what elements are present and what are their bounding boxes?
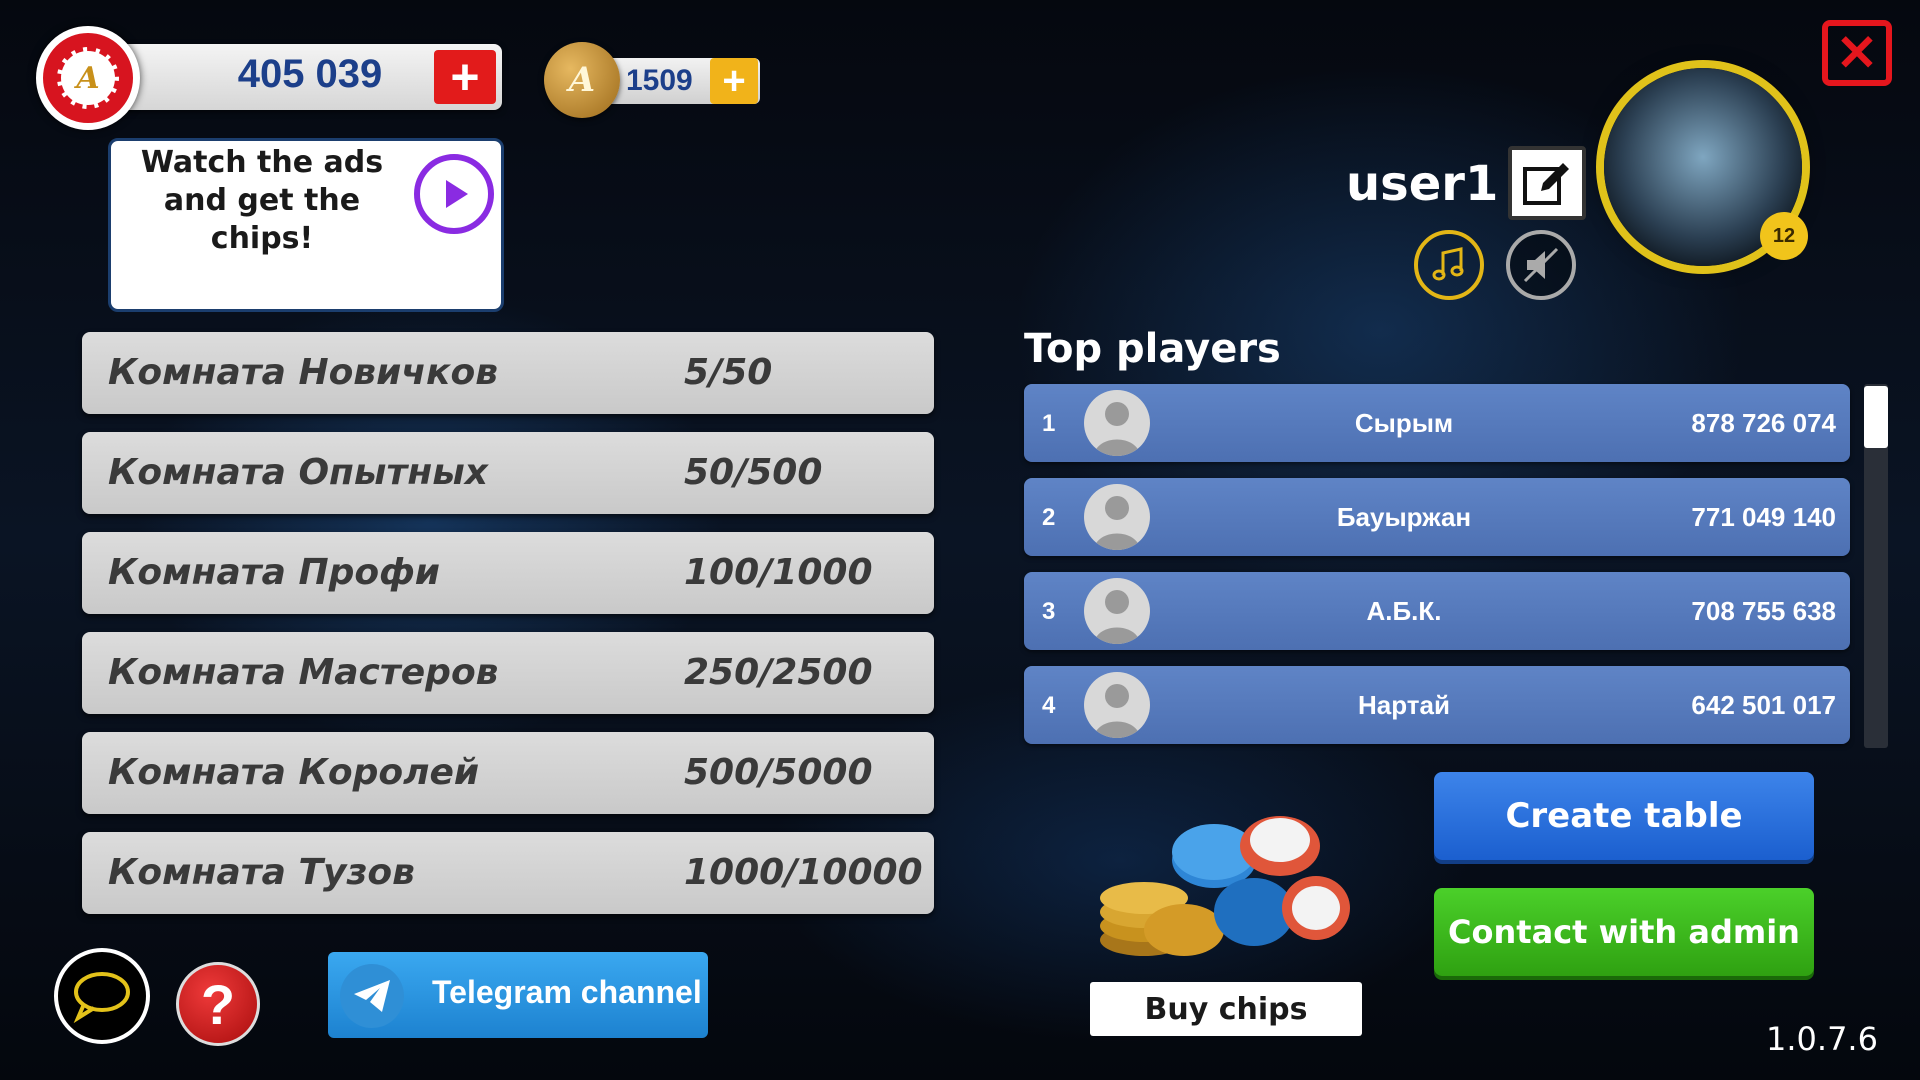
telegram-channel-label: Telegram channel	[432, 974, 702, 1010]
pencil-icon	[1523, 163, 1569, 205]
room-button-aces[interactable]: Комната Тузов 1000/10000	[82, 832, 934, 914]
app-version: 1.0.7.6	[1766, 1020, 1878, 1058]
poker-chip-icon: A	[36, 26, 140, 130]
room-stake: 100/1000	[684, 552, 873, 593]
watch-ads-text: Watch the ads and get the chips!	[140, 145, 384, 256]
player-score: 771 049 140	[1691, 502, 1836, 532]
room-name: Комната Профи	[108, 552, 441, 593]
room-button-experienced[interactable]: Комната Опытных 50/500	[82, 432, 934, 514]
player-name: А.Б.К.	[1366, 596, 1442, 626]
room-stake: 5/50	[684, 352, 773, 393]
player-rank: 3	[1042, 598, 1056, 625]
room-stake: 50/500	[684, 452, 823, 493]
username: user1	[1346, 156, 1499, 212]
room-name: Комната Тузов	[108, 852, 415, 893]
chat-bubble-icon	[73, 972, 130, 1024]
room-button-masters[interactable]: Комната Мастеров 250/2500	[82, 632, 934, 714]
player-score: 878 726 074	[1691, 408, 1836, 438]
gold-coin-icon: A	[544, 42, 620, 118]
chip-logo: A	[57, 47, 119, 109]
scrollbar-thumb[interactable]	[1864, 386, 1888, 448]
contact-admin-button[interactable]: Contact with admin	[1434, 888, 1814, 976]
create-table-button[interactable]: Create table	[1434, 772, 1814, 860]
top-players-title: Top players	[1024, 326, 1281, 372]
top-player-row[interactable]: 3 А.Б.К. 708 755 638	[1024, 572, 1850, 650]
help-button[interactable]: ?	[176, 962, 260, 1046]
top-player-row[interactable]: 4 Нартай 642 501 017	[1024, 666, 1850, 744]
top-player-row[interactable]: 1 Сырым 878 726 074	[1024, 384, 1850, 462]
player-name: Бауыржан	[1336, 502, 1472, 532]
sound-toggle-button[interactable]	[1506, 230, 1576, 300]
player-avatar-placeholder-icon	[1084, 390, 1150, 456]
top-player-row[interactable]: 2 Бауыржан 771 049 140	[1024, 478, 1850, 556]
room-stake: 1000/10000	[684, 852, 923, 893]
music-toggle-button[interactable]	[1414, 230, 1484, 300]
chat-button[interactable]	[54, 948, 150, 1044]
room-button-kings[interactable]: Комната Королей 500/5000	[82, 732, 934, 814]
player-avatar-placeholder-icon	[1084, 672, 1150, 738]
room-name: Комната Мастеров	[108, 652, 499, 693]
level-badge: 12	[1760, 212, 1808, 260]
room-stake: 250/2500	[684, 652, 873, 693]
player-avatar-placeholder-icon	[1084, 578, 1150, 644]
player-rank: 2	[1042, 504, 1056, 531]
room-name: Комната Опытных	[108, 452, 488, 493]
close-button[interactable]: ✕	[1822, 20, 1892, 86]
telegram-icon	[340, 964, 404, 1028]
player-name: Нартай	[1358, 690, 1450, 720]
room-button-beginners[interactable]: Комната Новичков 5/50	[82, 332, 934, 414]
chips-balance: 405 039	[237, 52, 383, 96]
room-name: Комната Королей	[108, 752, 480, 793]
player-rank: 4	[1042, 692, 1056, 719]
chips-pile-icon[interactable]	[1094, 800, 1354, 968]
player-avatar-placeholder-icon	[1084, 484, 1150, 550]
edit-profile-button[interactable]	[1508, 146, 1586, 220]
player-score: 642 501 017	[1691, 690, 1836, 720]
add-gold-button[interactable]: +	[710, 58, 758, 104]
play-icon[interactable]	[414, 154, 494, 234]
player-rank: 1	[1042, 410, 1056, 437]
room-button-pro[interactable]: Комната Профи 100/1000	[82, 532, 934, 614]
add-chips-button[interactable]: +	[434, 49, 496, 105]
player-score: 708 755 638	[1691, 596, 1836, 626]
buy-chips-button[interactable]: Buy chips	[1090, 982, 1362, 1036]
room-stake: 500/5000	[684, 752, 873, 793]
room-name: Комната Новичков	[108, 352, 498, 393]
player-name: Сырым	[1354, 408, 1454, 438]
gold-balance: 1509	[626, 64, 693, 97]
speaker-muted-icon	[1523, 247, 1559, 283]
music-note-icon	[1432, 247, 1464, 281]
